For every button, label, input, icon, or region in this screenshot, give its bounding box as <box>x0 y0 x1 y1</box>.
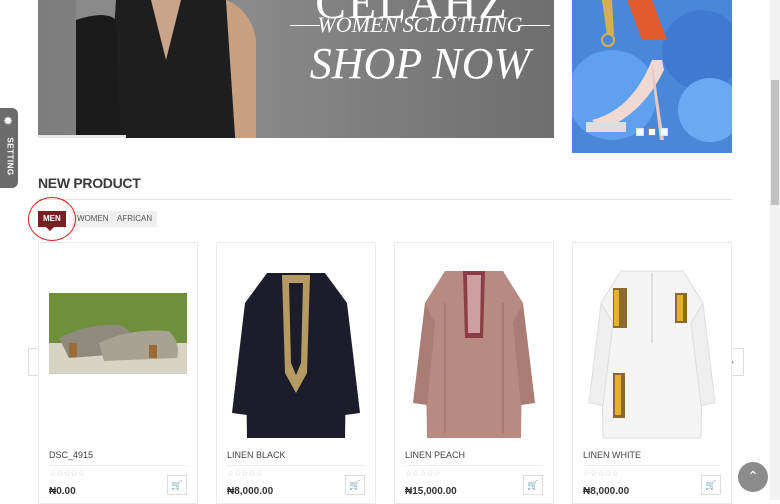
side-banner[interactable] <box>572 0 732 153</box>
rating-stars: ☆☆☆☆☆ <box>583 469 619 478</box>
add-to-cart-button[interactable]: 🛒 <box>523 475 543 495</box>
hero-cta[interactable]: SHOP NOW <box>300 38 540 89</box>
product-price: ₦0.00 <box>49 486 76 497</box>
scroll-to-top-button[interactable]: ⌃ <box>738 462 768 492</box>
cart-icon: 🛒 <box>349 480 361 490</box>
product-image[interactable] <box>49 263 187 443</box>
hero-subtitle: WOMEN'SCLOTHING <box>290 12 550 38</box>
tab-african[interactable]: AFRICAN <box>112 211 158 227</box>
add-to-cart-button[interactable]: 🛒 <box>345 475 365 495</box>
setting-label: SETTING <box>5 137 15 176</box>
product-image[interactable] <box>583 263 721 443</box>
product-card[interactable]: DSC_4915 ☆☆☆☆☆ ₦0.00 🛒 <box>38 242 198 504</box>
product-image[interactable] <box>405 263 543 443</box>
product-image[interactable] <box>227 263 365 443</box>
banner-progress <box>38 135 126 138</box>
cart-icon: 🛒 <box>171 480 183 490</box>
model-image <box>76 0 256 138</box>
hero-banner[interactable]: CELAHZ WOMEN'SCLOTHING SHOP NOW <box>38 0 554 138</box>
slider-dot-active[interactable] <box>648 128 656 136</box>
product-name[interactable]: DSC_4915 <box>49 450 93 460</box>
section-divider <box>38 199 732 200</box>
product-price: ₦8,000.00 <box>583 486 630 497</box>
product-name[interactable]: LINEN BLACK <box>227 450 286 460</box>
product-price: ₦8,000.00 <box>227 486 274 497</box>
cart-icon: 🛒 <box>527 480 539 490</box>
page-scrollbar[interactable] <box>770 0 780 500</box>
divider <box>49 465 187 466</box>
add-to-cart-button[interactable]: 🛒 <box>167 475 187 495</box>
tab-women[interactable]: WOMEN <box>72 211 114 227</box>
cart-icon: 🛒 <box>705 480 717 490</box>
product-card[interactable]: LINEN PEACH ☆☆☆☆☆ ₦15,000.00 🛒 <box>394 242 554 504</box>
product-price: ₦15,000.00 <box>405 486 457 497</box>
divider <box>583 465 721 466</box>
setting-tab[interactable]: ✹ SETTING <box>0 108 18 188</box>
highlight-circle <box>28 197 76 241</box>
section-title: NEW PRODUCT <box>38 175 141 191</box>
divider <box>227 465 365 466</box>
rating-stars: ☆☆☆☆☆ <box>405 469 441 478</box>
product-name[interactable]: LINEN PEACH <box>405 450 465 460</box>
rating-stars: ☆☆☆☆☆ <box>49 469 85 478</box>
add-to-cart-button[interactable]: 🛒 <box>701 475 721 495</box>
divider <box>405 465 543 466</box>
product-card[interactable]: LINEN WHITE ☆☆☆☆☆ ₦8,000.00 🛒 <box>572 242 732 504</box>
slider-dot[interactable] <box>636 128 644 136</box>
product-name[interactable]: LINEN WHITE <box>583 450 641 460</box>
slider-dot[interactable] <box>660 128 668 136</box>
scrollbar-thumb[interactable] <box>771 80 779 205</box>
rating-stars: ☆☆☆☆☆ <box>227 469 263 478</box>
product-card[interactable]: LINEN BLACK ☆☆☆☆☆ ₦8,000.00 🛒 <box>216 242 376 504</box>
arrow-up-icon: ⌃ <box>747 468 759 484</box>
